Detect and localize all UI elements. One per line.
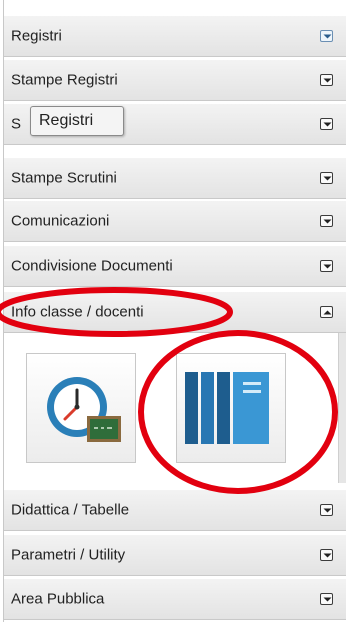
expand-toggle-icon[interactable] [320, 260, 333, 272]
chevron-down-icon [323, 219, 332, 224]
chevron-down-icon [323, 553, 332, 558]
registro-docente-tile-button[interactable] [176, 353, 286, 463]
menu-item-registri[interactable]: Registri [4, 15, 346, 57]
expand-toggle-icon[interactable] [320, 30, 333, 42]
tooltip: Registri [30, 106, 124, 136]
chevron-down-icon [323, 122, 332, 127]
menu-item-label: S [11, 115, 22, 133]
expand-toggle-icon[interactable] [320, 549, 333, 561]
menu-item-stampe-registri[interactable]: Stampe Registri [4, 59, 346, 101]
menu-item-label: Stampe Registri [11, 71, 118, 89]
menu-item-label: Area Pubblica [11, 590, 105, 608]
expand-toggle-icon[interactable] [320, 74, 333, 86]
menu-item-condivisione-documenti[interactable]: Condivisione Documenti [4, 245, 346, 287]
chevron-down-icon [323, 508, 332, 513]
menu-item-label: Parametri / Utility [11, 546, 126, 564]
chevron-down-icon [323, 78, 332, 83]
menu-item-label: Info classe / docenti [11, 303, 144, 321]
menu-item-label: Registri [11, 27, 62, 45]
chevron-down-icon [323, 264, 332, 269]
menu-item-stampe-scrutini[interactable]: Stampe Scrutini [4, 157, 346, 199]
menu-item-comunicazioni[interactable]: Comunicazioni [4, 200, 346, 242]
orario-tile-button[interactable] [26, 353, 136, 463]
chevron-down-icon [323, 176, 332, 181]
tooltip-text: Registri [39, 112, 94, 129]
menu-item-info-classe-docenti[interactable]: Info classe / docenti [4, 291, 346, 333]
menu-item-parametri-utility[interactable]: Parametri / Utility [4, 534, 346, 576]
collapse-toggle-icon[interactable] [320, 306, 333, 318]
sidebar-menu: Registri Stampe Registri S Stampe Scruti… [3, 0, 346, 622]
menu-item-didattica-tabelle[interactable]: Didattica / Tabelle [4, 489, 346, 531]
menu-item-area-pubblica[interactable]: Area Pubblica [4, 578, 346, 620]
clock-blackboard-icon [47, 377, 121, 442]
menu-item-label: Stampe Scrutini [11, 169, 117, 187]
chevron-up-icon [323, 310, 332, 315]
book-binder-icon [185, 372, 269, 444]
expanded-section-content [4, 333, 346, 483]
expand-toggle-icon[interactable] [320, 215, 333, 227]
expand-toggle-icon[interactable] [320, 593, 333, 605]
menu-item-label: Didattica / Tabelle [11, 501, 130, 519]
menu-item-label: Condivisione Documenti [11, 257, 173, 275]
menu-item-label: Comunicazioni [11, 212, 110, 230]
expand-toggle-icon[interactable] [320, 504, 333, 516]
chevron-down-icon [323, 597, 332, 602]
expand-toggle-icon[interactable] [320, 172, 333, 184]
section-scrollbar[interactable] [338, 333, 346, 483]
chevron-down-icon [323, 34, 332, 39]
expand-toggle-icon[interactable] [320, 118, 333, 130]
